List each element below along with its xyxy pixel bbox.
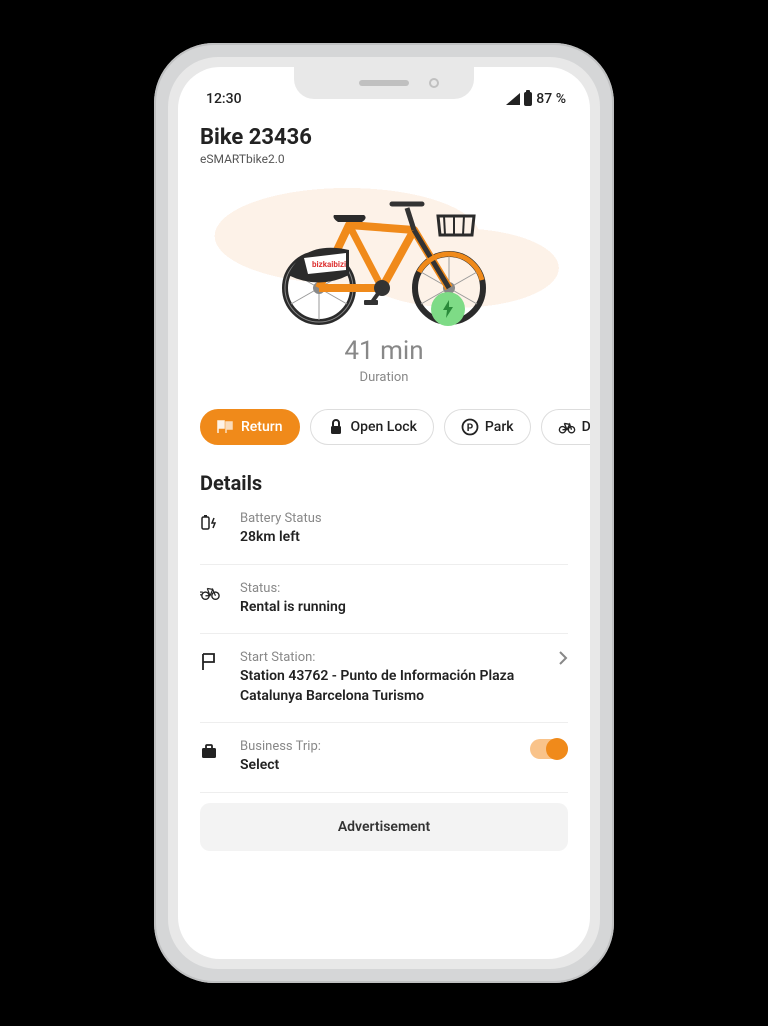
page-subtitle: eSMARTbike2.0 [200,152,568,166]
svg-text:P: P [467,423,474,434]
duration-label: Duration [200,370,568,385]
detail-station-text: Start Station: Station 43762 - Punto de … [240,650,538,706]
park-label: Park [485,419,514,435]
details-heading: Details [200,471,568,495]
bike-hero: bizkaibizi [200,172,568,332]
return-button[interactable]: Return [200,409,300,445]
page-title: Bike 23436 [200,125,568,150]
park-icon: P [461,418,479,436]
station-label: Start Station: [240,650,538,665]
bike-status-icon [200,583,220,603]
charge-badge-icon [431,292,465,326]
bike-illustration: bizkaibizi [264,180,504,325]
flag-icon [200,652,220,672]
business-label: Business Trip: [240,739,510,754]
park-button[interactable]: P Park [444,409,531,445]
signal-icon [506,93,520,105]
screen: 12:30 87 % Bike 23436 eSMARTbike2.0 [178,67,590,959]
duration-block: 41 min Duration [200,336,568,385]
business-trip-toggle[interactable] [530,739,568,759]
detail-battery-text: Battery Status 28km left [240,511,568,548]
detail-row-status: Status: Rental is running [200,565,568,635]
damage-button[interactable]: Da [541,409,590,445]
notch [294,67,474,99]
status-value: Rental is running [240,598,568,618]
battery-value: 28km left [240,528,568,548]
bike-icon [558,418,576,436]
detail-row-business: Business Trip: Select [200,723,568,793]
briefcase-icon [200,741,220,761]
phone-frame: 12:30 87 % Bike 23436 eSMARTbike2.0 [154,43,614,983]
battery-status-icon [200,513,220,533]
detail-status-text: Status: Rental is running [240,581,568,618]
lock-icon [327,418,345,436]
content: Bike 23436 eSMARTbike2.0 [178,107,590,851]
bike-brand-text: bizkaibizi [312,260,346,269]
speaker [359,80,409,86]
battery-icon [524,92,532,106]
status-right: 87 % [506,91,566,107]
detail-business-text: Business Trip: Select [240,739,510,776]
status-time: 12:30 [206,91,242,107]
business-value: Select [240,756,510,776]
battery-label: Battery Status [240,511,568,526]
station-value: Station 43762 - Punto de Información Pla… [240,667,538,706]
status-label: Status: [240,581,568,596]
actions-row: Return Open Lock P Park [200,409,590,445]
flags-icon [217,418,235,436]
detail-row-battery: Battery Status 28km left [200,495,568,565]
detail-row-station[interactable]: Start Station: Station 43762 - Punto de … [200,634,568,723]
battery-percent: 87 % [536,91,566,107]
advertisement-box[interactable]: Advertisement [200,803,568,851]
duration-value: 41 min [200,336,568,366]
open-lock-button[interactable]: Open Lock [310,409,434,445]
camera [429,78,439,88]
open-lock-label: Open Lock [351,419,417,435]
phone-inner: 12:30 87 % Bike 23436 eSMARTbike2.0 [168,57,600,969]
return-label: Return [241,419,283,435]
chevron-right-icon [558,650,568,666]
damage-label: Da [582,419,590,435]
